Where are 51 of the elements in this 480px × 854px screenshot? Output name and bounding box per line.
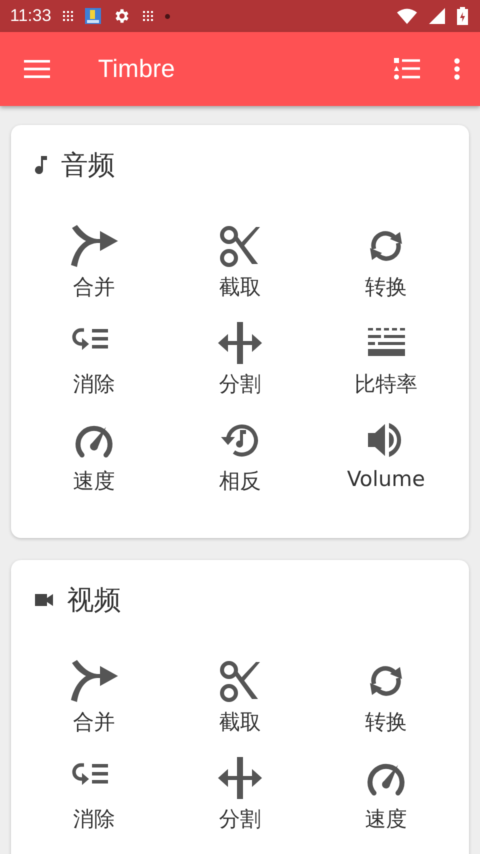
tool-label: 速度 [73,468,115,495]
tool-item[interactable]: 相反 [167,419,313,514]
tool-label: 转换 [365,274,407,301]
tool-label: 截取 [219,709,261,736]
tool-label: 速度 [365,806,407,833]
tool-label: 相反 [219,468,261,495]
battery-icon [457,7,468,25]
section-title: 视频 [67,584,121,618]
more-vert-icon [454,58,460,80]
shape-list-icon [394,58,420,80]
tool-label: 合并 [73,709,115,736]
wifi-icon [397,8,417,24]
tool-item[interactable]: 转换 [313,660,459,755]
dot-icon [165,14,170,18]
tool-item[interactable]: 截取 [167,225,313,320]
tool-item[interactable]: 消除 [21,322,167,417]
split-arrows-icon [216,757,264,799]
tool-item[interactable]: 转换 [313,225,459,320]
section-title: 音频 [61,149,115,183]
tool-label: 合并 [73,274,115,301]
app-title: Timbre [98,54,175,84]
tool-label: 截取 [219,274,261,301]
tool-item[interactable]: 合并 [21,225,167,320]
tool-label: Volume [346,467,426,491]
tool-label: 消除 [73,806,115,833]
tool-label: 分割 [219,806,261,833]
video-camera-icon [35,594,53,606]
tool-label: 比特率 [354,371,418,398]
tool-item[interactable]: 截取 [167,660,313,755]
music-note-icon [35,156,47,174]
app-notification-icon [85,8,102,24]
tool-label: 消除 [73,371,115,398]
tool-item[interactable]: 合并 [21,660,167,755]
tool-item[interactable]: 消除 [21,757,167,852]
split-arrows-icon [216,322,264,364]
tool-item[interactable]: 比特率 [313,322,459,417]
tool-label: 转换 [365,709,407,736]
tool-item[interactable]: 速度 [21,419,167,514]
signal-icon [429,8,445,24]
settings-icon [113,7,132,25]
merge-arrow-icon [70,225,118,267]
tool-label: 分割 [219,371,261,398]
merge-arrow-icon [70,660,118,702]
tool-item[interactable]: 速度 [313,757,459,852]
grid-icon [63,11,74,21]
tool-item[interactable]: Volume [313,419,459,514]
tool-item[interactable]: 分割 [167,322,313,417]
grid-icon [143,11,154,21]
status-time: 11:33 [10,6,52,26]
tool-item[interactable]: 分割 [167,757,313,852]
menu-icon [24,59,50,79]
